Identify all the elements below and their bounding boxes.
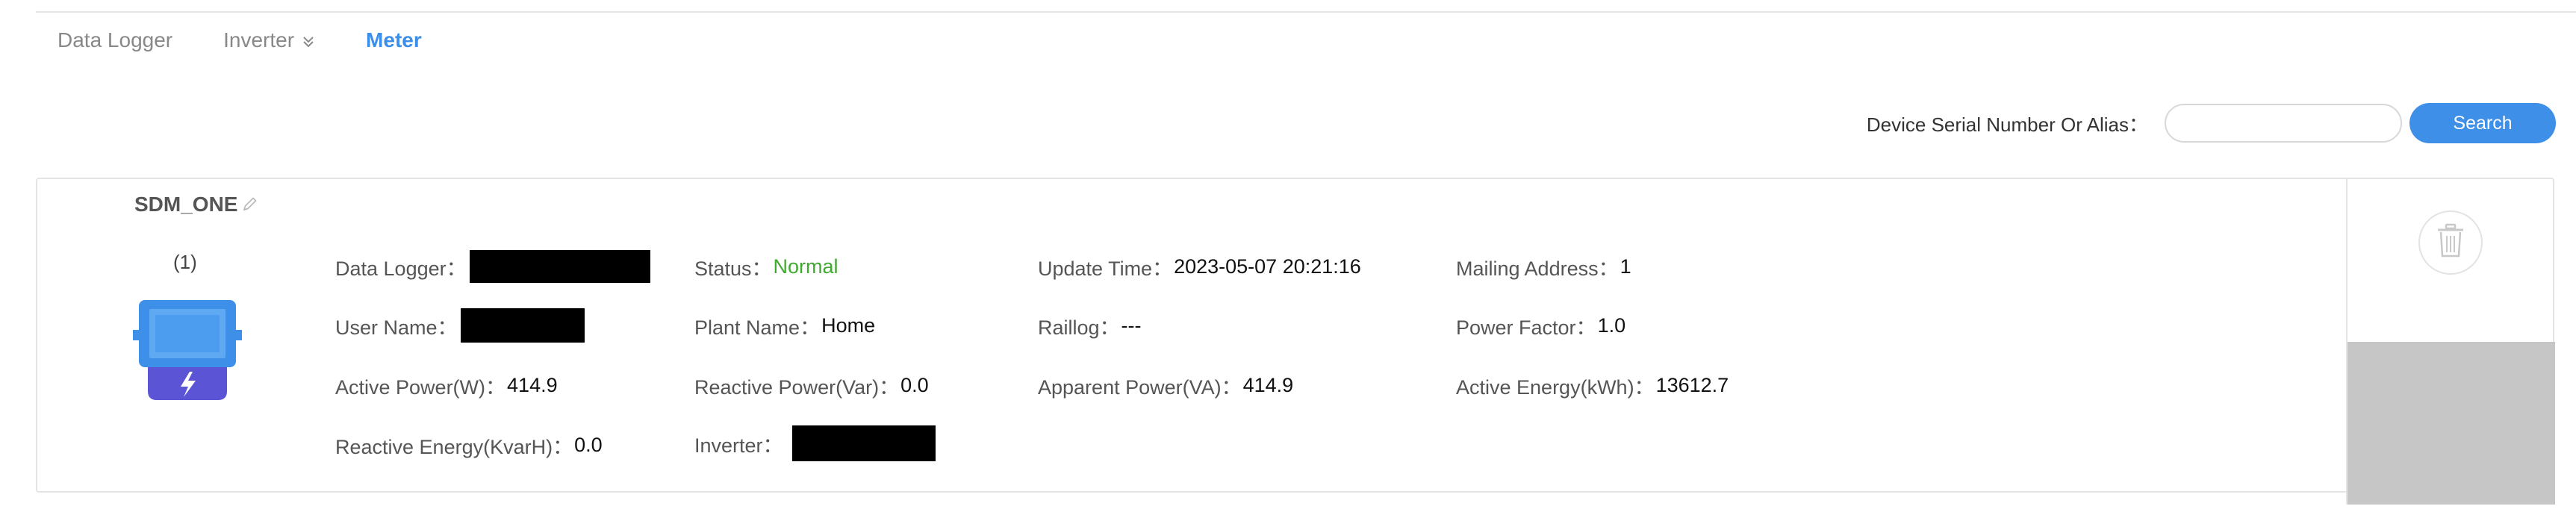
field-value: 1.0 <box>1597 313 1626 337</box>
field-status: Status： Normal <box>694 250 839 283</box>
edit-pencil-icon[interactable] <box>240 195 260 214</box>
search-button[interactable]: Search <box>2409 103 2556 143</box>
field-label: Apparent Power(VA)： <box>1038 375 1242 399</box>
field-label: Active Power(W)： <box>335 375 506 399</box>
field-active-power: Active Power(W)： 414.9 <box>335 369 558 402</box>
field-plant-name: Plant Name： Home <box>694 309 875 342</box>
field-inverter: Inverter： <box>694 425 936 461</box>
tab-data-logger[interactable]: Data Logger <box>57 28 172 52</box>
field-label: Reactive Power(Var)： <box>694 375 900 399</box>
field-active-energy: Active Energy(kWh)： 13612.7 <box>1456 369 1729 402</box>
field-mailing-address: Mailing Address： 1 <box>1456 250 1631 283</box>
search-bar: Device Serial Number Or Alias： Search <box>1867 103 2556 143</box>
tab-label: Inverter <box>223 28 295 52</box>
field-value: --- <box>1121 313 1142 337</box>
status-value: Normal <box>773 255 839 278</box>
field-label: Data Logger： <box>335 257 467 280</box>
field-raillog: Raillog： --- <box>1038 309 1142 342</box>
device-index: (1) <box>173 251 197 273</box>
field-label: User Name： <box>335 316 458 339</box>
field-label: Reactive Energy(KvarH)： <box>335 435 573 458</box>
field-value: 0.0 <box>574 433 603 456</box>
field-value: Home <box>821 313 876 337</box>
field-value: 414.9 <box>507 373 558 396</box>
field-update-time: Update Time： 2023-05-07 20:21:16 <box>1038 250 1361 283</box>
user-name-redacted-value <box>460 308 585 343</box>
field-label: Plant Name： <box>694 316 821 339</box>
data-logger-redacted-value <box>469 250 650 283</box>
field-reactive-power: Reactive Power(Var)： 0.0 <box>694 369 929 402</box>
field-label: Power Factor： <box>1456 316 1596 339</box>
field-label: Raillog： <box>1038 316 1120 339</box>
device-name: SDM_ONE <box>134 193 260 216</box>
delete-device-button[interactable] <box>2418 210 2483 275</box>
field-label: Update Time： <box>1038 257 1173 280</box>
actions-panel-footer <box>2348 342 2555 505</box>
field-label: Inverter： <box>694 434 783 457</box>
device-name-text: SDM_ONE <box>134 193 238 216</box>
field-value: 1 <box>1620 255 1631 278</box>
field-power-factor: Power Factor： 1.0 <box>1456 309 1625 342</box>
tab-inverter[interactable]: Inverter <box>223 28 315 52</box>
field-label: Mailing Address： <box>1456 257 1619 280</box>
field-apparent-power: Apparent Power(VA)： 414.9 <box>1038 369 1293 402</box>
field-data-logger: Data Logger： <box>335 250 650 283</box>
field-value: 414.9 <box>1242 373 1294 396</box>
field-label: Active Energy(kWh)： <box>1456 375 1655 399</box>
meter-device-icon <box>133 300 242 405</box>
inverter-redacted-value <box>791 425 936 461</box>
tab-label: Meter <box>366 28 422 52</box>
double-chevron-down-icon <box>302 34 315 53</box>
field-value: 13612.7 <box>1655 373 1729 396</box>
search-label: Device Serial Number Or Alias： <box>1866 113 2148 136</box>
field-reactive-energy: Reactive Energy(KvarH)： 0.0 <box>335 428 603 461</box>
trash-icon <box>2436 223 2465 263</box>
field-user-name: User Name： <box>335 308 585 343</box>
search-input[interactable] <box>2165 104 2402 143</box>
field-value: 2023-05-07 20:21:16 <box>1174 255 1361 278</box>
field-value: 0.0 <box>900 373 929 396</box>
tab-meter[interactable]: Meter <box>366 28 422 52</box>
tab-label: Data Logger <box>57 28 173 52</box>
device-type-tabs: Data Logger Inverter Meter <box>57 28 473 52</box>
top-divider <box>36 11 2576 13</box>
field-label: Status： <box>694 257 772 280</box>
